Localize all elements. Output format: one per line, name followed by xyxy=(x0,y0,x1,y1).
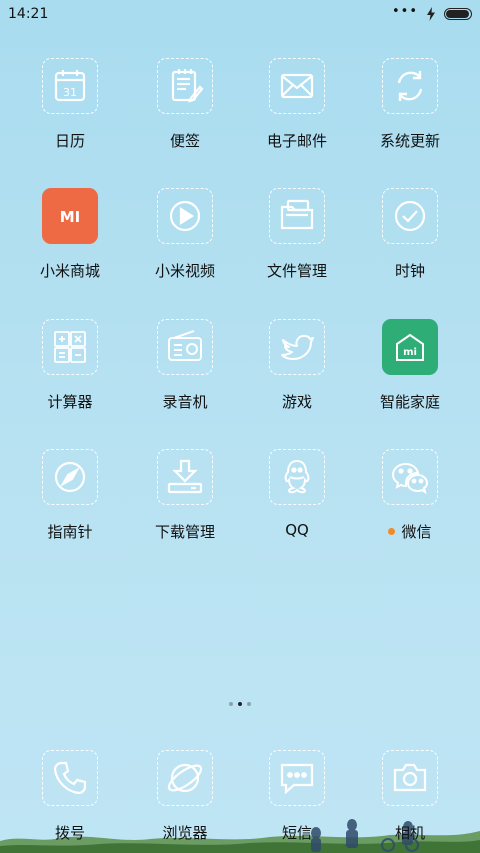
app-calendar[interactable]: 31 日历 xyxy=(10,58,130,178)
app-label-wechat: 微信 xyxy=(388,521,432,542)
app-label: 电子邮件 xyxy=(266,132,327,150)
status-bar: 14:21 ••• xyxy=(0,0,480,28)
calendar-icon: 31 xyxy=(42,58,98,114)
qq-penguin-icon xyxy=(269,449,325,505)
battery-icon xyxy=(444,8,472,20)
app-label: 下载管理 xyxy=(154,523,215,541)
update-icon xyxy=(382,58,438,114)
app-label: 系统更新 xyxy=(379,132,440,150)
calendar-date: 31 xyxy=(63,86,77,99)
clock-icon xyxy=(382,188,438,244)
status-time: 14:21 xyxy=(8,6,49,22)
bird-icon xyxy=(269,319,325,375)
app-compass[interactable]: 指南针 xyxy=(10,449,130,569)
app-recorder[interactable]: 录音机 xyxy=(125,319,245,439)
app-wechat[interactable]: 微信 xyxy=(350,449,470,569)
app-label: QQ xyxy=(285,521,309,539)
message-icon xyxy=(269,750,325,806)
app-label: 相机 xyxy=(394,824,425,842)
app-smart-home[interactable]: mi 智能家庭 xyxy=(350,319,470,439)
app-system-update[interactable]: 系统更新 xyxy=(350,58,470,178)
app-label: 拨号 xyxy=(54,824,85,842)
smart-home-logo-text: mi xyxy=(403,347,417,358)
app-label: 文件管理 xyxy=(266,262,327,280)
page-indicator[interactable] xyxy=(0,700,480,708)
compass-icon xyxy=(42,449,98,505)
app-label: 录音机 xyxy=(162,393,208,411)
app-mi-store[interactable]: MI 小米商城 xyxy=(10,188,130,308)
app-qq[interactable]: QQ xyxy=(237,449,357,569)
app-label: 游戏 xyxy=(281,393,312,411)
dock-app-phone[interactable]: 拨号 xyxy=(10,750,130,853)
page-dot[interactable] xyxy=(247,702,251,706)
battery-level xyxy=(446,10,469,18)
signal-dots-icon: ••• xyxy=(391,3,418,19)
app-label: 小米视频 xyxy=(154,262,215,280)
app-label: 小米商城 xyxy=(39,262,100,280)
app-label: 浏览器 xyxy=(162,824,208,842)
app-clock[interactable]: 时钟 xyxy=(350,188,470,308)
phone-icon xyxy=(42,750,98,806)
dock: 拨号 浏览器 短信 相机 xyxy=(0,750,480,853)
mi-store-logo-text: MI xyxy=(60,208,81,226)
video-play-icon xyxy=(157,188,213,244)
page-dot-active[interactable] xyxy=(238,702,242,706)
app-label: 计算器 xyxy=(47,393,93,411)
app-games[interactable]: 游戏 xyxy=(237,319,357,439)
wechat-icon xyxy=(382,449,438,505)
notification-dot xyxy=(388,528,396,535)
app-downloads[interactable]: 下载管理 xyxy=(125,449,245,569)
folder-icon xyxy=(269,188,325,244)
app-label: 指南针 xyxy=(47,523,93,541)
app-calculator[interactable]: 计算器 xyxy=(10,319,130,439)
dock-app-camera[interactable]: 相机 xyxy=(350,750,470,853)
smart-home-icon: mi xyxy=(382,319,438,375)
app-notes[interactable]: 便签 xyxy=(125,58,245,178)
dock-app-browser[interactable]: 浏览器 xyxy=(125,750,245,853)
charging-icon xyxy=(427,7,435,21)
app-mi-video[interactable]: 小米视频 xyxy=(125,188,245,308)
app-label: 日历 xyxy=(54,132,85,150)
app-email[interactable]: 电子邮件 xyxy=(237,58,357,178)
dock-app-messages[interactable]: 短信 xyxy=(237,750,357,853)
app-label: 便签 xyxy=(169,132,200,150)
notepad-icon xyxy=(157,58,213,114)
app-label: 时钟 xyxy=(394,262,425,280)
browser-icon xyxy=(157,750,213,806)
email-icon xyxy=(269,58,325,114)
download-icon xyxy=(157,449,213,505)
app-label: 微信 xyxy=(401,523,432,541)
page-dot[interactable] xyxy=(229,702,233,706)
camera-icon xyxy=(382,750,438,806)
calculator-icon xyxy=(42,319,98,375)
mi-store-icon: MI xyxy=(42,188,98,244)
app-file-manager[interactable]: 文件管理 xyxy=(237,188,357,308)
status-indicators: ••• xyxy=(391,3,472,21)
app-label: 智能家庭 xyxy=(379,393,440,411)
app-label: 短信 xyxy=(281,824,312,842)
radio-icon xyxy=(157,319,213,375)
